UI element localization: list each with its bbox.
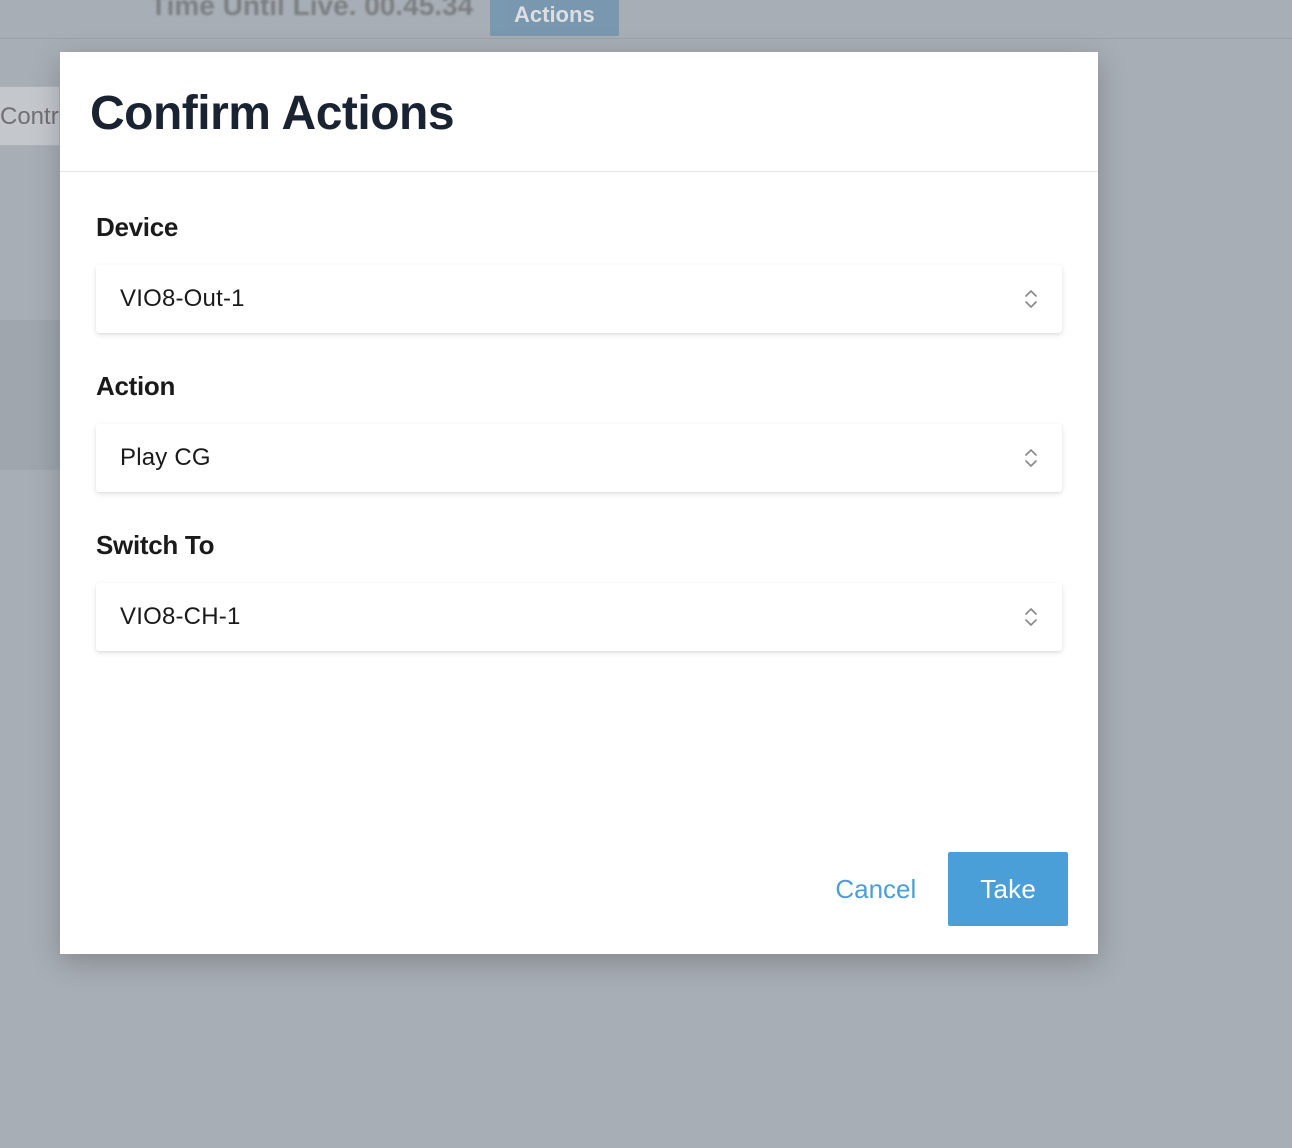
- switch-to-group: Switch To VIO8-CH-1: [96, 530, 1062, 651]
- device-value: VIO8-Out-1: [120, 285, 1038, 313]
- chevron-up-down-icon: [1022, 605, 1040, 629]
- device-select[interactable]: VIO8-Out-1: [96, 265, 1062, 333]
- action-select[interactable]: Play CG: [96, 424, 1062, 492]
- chevron-up-down-icon: [1022, 446, 1040, 470]
- modal-title: Confirm Actions: [90, 86, 1068, 141]
- modal-body: Device VIO8-Out-1 Action Play CG Switch …: [60, 172, 1098, 852]
- action-value: Play CG: [120, 444, 1038, 472]
- switch-to-label: Switch To: [96, 530, 1062, 561]
- take-button[interactable]: Take: [948, 852, 1068, 926]
- switch-to-value: VIO8-CH-1: [120, 603, 1038, 631]
- action-group: Action Play CG: [96, 371, 1062, 492]
- bg-side-block: [0, 320, 60, 470]
- confirm-actions-modal: Confirm Actions Device VIO8-Out-1 Action…: [60, 52, 1098, 954]
- action-label: Action: [96, 371, 1062, 402]
- bg-contr-fragment: Contr: [0, 103, 59, 131]
- chevron-up-down-icon: [1022, 287, 1040, 311]
- bg-time-until-live: Time Until Live. 00.45.34: [150, 0, 473, 22]
- bg-divider: [0, 38, 1292, 39]
- modal-header: Confirm Actions: [60, 52, 1098, 172]
- switch-to-select[interactable]: VIO8-CH-1: [96, 583, 1062, 651]
- device-label: Device: [96, 212, 1062, 243]
- device-group: Device VIO8-Out-1: [96, 212, 1062, 333]
- modal-footer: Cancel Take: [60, 852, 1098, 954]
- cancel-button[interactable]: Cancel: [827, 856, 924, 923]
- bg-card: [0, 86, 60, 146]
- bg-actions-button: Actions: [490, 0, 619, 36]
